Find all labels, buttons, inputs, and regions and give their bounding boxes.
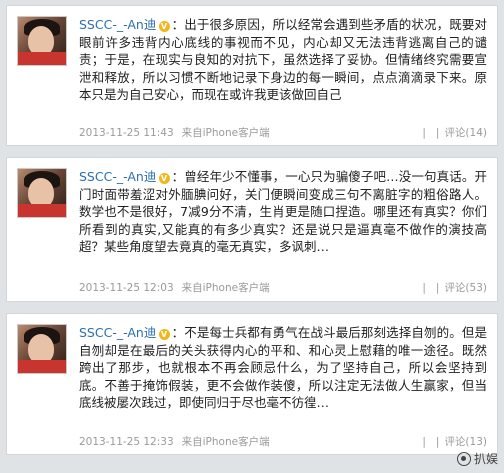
post-actions: | | 评论(14) [422,127,487,139]
comment-button[interactable]: 评论(53) [444,282,487,294]
username-link[interactable]: SSCC-_-An迪 [79,17,157,32]
post-actions: | | 评论(53) [422,282,487,294]
post-timestamp[interactable]: 2013-11-25 11:43 [79,127,174,139]
post-timestamp[interactable]: 2013-11-25 12:33 [79,436,174,448]
wechat-icon [456,451,471,466]
post-source[interactable]: 来自iPhone客户端 [182,436,270,448]
post-content: SSCC-_-An迪 V ：曾经年少不懂事，一心只为骗傻子吧…没一句真话。开门时面带… [79,169,487,255]
username-link[interactable]: SSCC-_-An迪 [79,325,157,340]
post-source[interactable]: 来自iPhone客户端 [182,282,270,294]
post-actions: | | 评论(13) [422,436,487,448]
post-meta: 2013-11-25 11:43 来自iPhone客户端 | | 评论(14) [79,125,487,140]
watermark: 扒娱 [456,450,498,467]
verified-badge-icon: V [158,21,170,32]
post-meta: 2013-11-25 12:03 来自iPhone客户端 | | 评论(53) [79,280,487,295]
post-meta: 2013-11-25 12:33 来自iPhone客户端 | | 评论(13) [79,434,487,449]
post-content: SSCC-_-An迪 V ：不是每士兵都有勇气在战斗最后那刻选择自刎的。但是自刎却是… [79,325,487,411]
comment-button[interactable]: 评论(13) [444,436,487,448]
avatar[interactable] [17,324,67,374]
post-source[interactable]: 来自iPhone客户端 [182,127,270,139]
avatar[interactable] [17,168,67,218]
weibo-post-2: SSCC-_-An迪 V ：曾经年少不懂事，一心只为骗傻子吧…没一句真话。开门时面带… [6,157,498,302]
weibo-post-1: SSCC-_-An迪 V ：出于很多原因，所以经常会遇到些矛盾的状况，既要对眼前许多… [6,5,498,146]
watermark-text: 扒娱 [473,452,498,466]
username-link[interactable]: SSCC-_-An迪 [79,169,157,184]
comment-button[interactable]: 评论(14) [444,127,487,139]
verified-badge-icon: V [158,329,170,340]
avatar[interactable] [17,16,67,66]
post-timestamp[interactable]: 2013-11-25 12:03 [79,282,174,294]
weibo-post-3: SSCC-_-An迪 V ：不是每士兵都有勇气在战斗最后那刻选择自刎的。但是自刎却是… [6,313,498,455]
verified-badge-icon: V [158,173,170,184]
post-content: SSCC-_-An迪 V ：出于很多原因，所以经常会遇到些矛盾的状况，既要对眼前许多… [79,17,487,103]
